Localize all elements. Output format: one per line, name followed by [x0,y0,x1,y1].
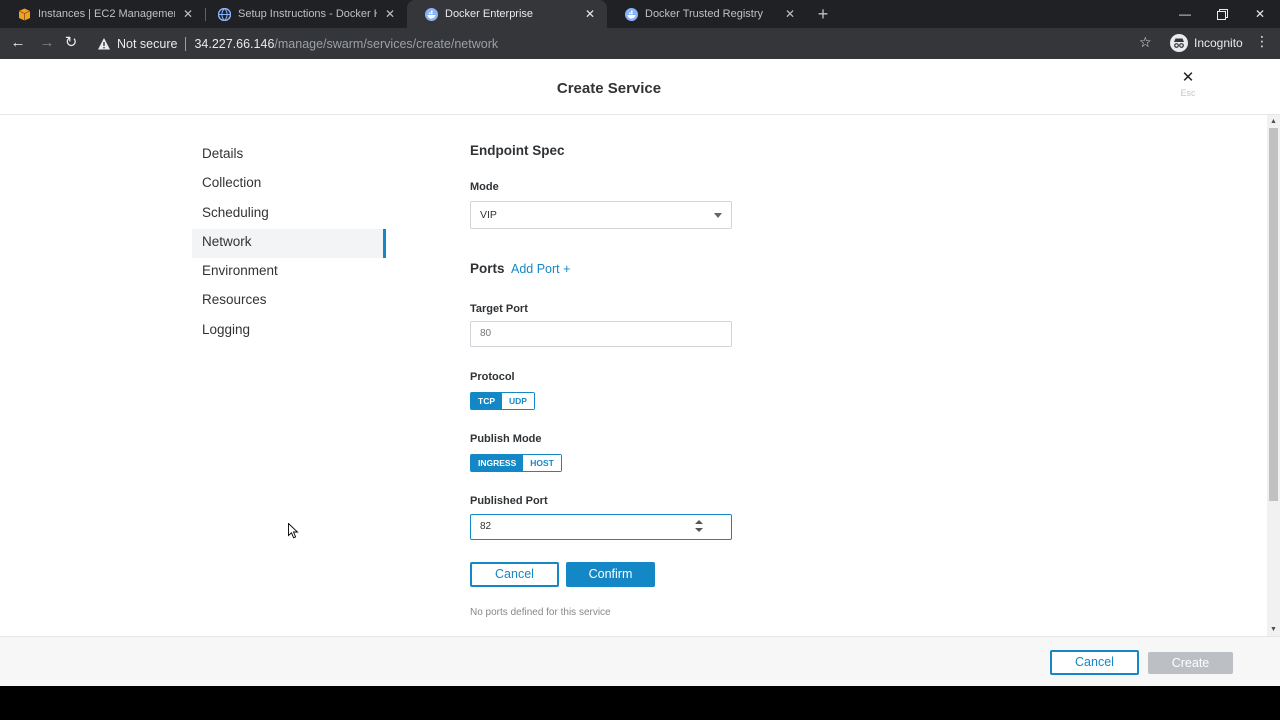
modal-body: Details Collection Scheduling Network En… [0,115,1267,636]
target-port-input[interactable]: 80 [470,321,732,347]
scrollbar-thumb[interactable] [1269,128,1278,501]
mode-label: Mode [470,181,499,193]
browser-tab-docker-trusted-registry[interactable]: Docker Trusted Registry ✕ [607,0,807,28]
omnibox-divider [185,36,187,51]
tab-title: Instances | EC2 Management Co [38,8,175,20]
protocol-option-tcp[interactable]: TCP [471,393,502,409]
add-port-link[interactable]: Add Port + [511,262,570,276]
nav-item-collection[interactable]: Collection [192,170,386,199]
no-ports-message: No ports defined for this service [470,607,611,618]
modal-title: Create Service [556,80,662,97]
browser-tab-docker-hub[interactable]: Setup Instructions - Docker Hub ✕ [200,0,407,28]
number-spinner-icon[interactable] [694,520,704,534]
close-tab-icon[interactable]: ✕ [783,7,797,21]
publish-mode-option-host[interactable]: HOST [523,455,561,471]
scroll-up-arrow-icon[interactable]: ▲ [1267,115,1280,128]
close-tab-icon[interactable]: ✕ [583,7,597,21]
address-bar[interactable]: Not secure 34.227.66.146/manage/swarm/se… [88,31,1158,56]
browser-toolbar: ← → ↻ Not secure 34.227.66.146/manage/sw… [0,28,1280,59]
modal-header: Create Service ✕ Esc [0,59,1280,115]
mode-select[interactable]: VIP [470,201,732,229]
modal-footer: Cancel Create [0,636,1280,686]
protocol-option-udp[interactable]: UDP [502,393,534,409]
browser-tab-docker-enterprise[interactable]: Docker Enterprise ✕ [407,0,607,28]
browser-tab-ec2[interactable]: Instances | EC2 Management Co ✕ [0,0,205,28]
nav-item-network[interactable]: Network [192,228,386,259]
published-port-label: Published Port [470,495,548,507]
published-port-input[interactable]: 82 [470,514,732,540]
tab-title: Setup Instructions - Docker Hub [238,8,377,20]
browser-menu-icon[interactable]: ⋮ [1255,33,1269,53]
target-port-label: Target Port [470,303,528,315]
url-path: /manage/swarm/services/create/network [274,36,499,51]
warning-triangle-icon [98,37,110,49]
create-service-page: Create Service ✕ Esc Details Collection … [0,59,1280,686]
section-nav: Details Collection Scheduling Network En… [192,141,386,346]
browser-tab-strip: Instances | EC2 Management Co ✕ Setup In… [0,0,1280,28]
close-tab-icon[interactable]: ✕ [383,7,397,21]
esc-hint: Esc [1180,88,1196,98]
security-status-label[interactable]: Not secure [117,37,177,51]
protocol-toggle: TCP UDP [470,392,535,410]
close-icon[interactable]: ✕ [1180,70,1196,86]
minimize-icon[interactable]: — [1166,0,1204,28]
url-host: 34.227.66.146 [194,36,275,51]
nav-item-details[interactable]: Details [192,141,386,170]
chevron-down-icon [714,213,722,218]
scrollbar[interactable]: ▲ ▼ [1267,115,1280,636]
publish-mode-label: Publish Mode [470,433,542,445]
nav-item-logging[interactable]: Logging [192,317,386,346]
publish-mode-option-ingress[interactable]: INGRESS [471,455,524,471]
reload-icon[interactable]: ↻ [61,33,81,53]
ports-heading: Ports [470,261,505,276]
publish-mode-toggle: INGRESS HOST [470,454,562,472]
new-tab-icon[interactable]: + [813,4,833,24]
cancel-button[interactable]: Cancel [1050,650,1139,675]
port-confirm-button[interactable]: Confirm [566,562,655,587]
docker-whale-icon [625,7,638,21]
aws-box-icon [18,8,31,20]
docker-whale-icon [425,7,438,21]
tab-title: Docker Trusted Registry [645,8,763,20]
profile-label: Incognito [1194,36,1243,50]
close-tab-icon[interactable]: ✕ [181,7,195,21]
spinner-down-icon[interactable] [695,528,703,532]
scroll-down-arrow-icon[interactable]: ▼ [1267,623,1280,636]
protocol-label: Protocol [470,371,515,383]
incognito-profile-button[interactable]: Incognito [1170,33,1243,53]
tab-title: Docker Enterprise [445,8,534,20]
published-port-value: 82 [480,521,492,532]
nav-item-resources[interactable]: Resources [192,287,386,316]
back-arrow-icon[interactable]: ← [8,33,28,53]
docker-hub-icon [218,7,231,21]
forward-arrow-icon[interactable]: → [37,33,57,53]
port-cancel-button[interactable]: Cancel [470,562,559,587]
mouse-pointer-icon [288,523,299,539]
endpoint-spec-heading: Endpoint Spec [470,143,565,158]
target-port-value: 80 [480,328,492,339]
close-window-icon[interactable]: ✕ [1241,0,1279,28]
incognito-icon [1170,34,1188,52]
spinner-up-icon[interactable] [695,520,703,524]
nav-item-scheduling[interactable]: Scheduling [192,200,386,229]
mode-selected-value: VIP [480,209,497,221]
bookmark-star-icon[interactable]: ☆ [1139,34,1155,52]
nav-item-environment[interactable]: Environment [192,258,386,287]
create-button[interactable]: Create [1148,652,1233,674]
restore-icon[interactable] [1203,0,1241,28]
